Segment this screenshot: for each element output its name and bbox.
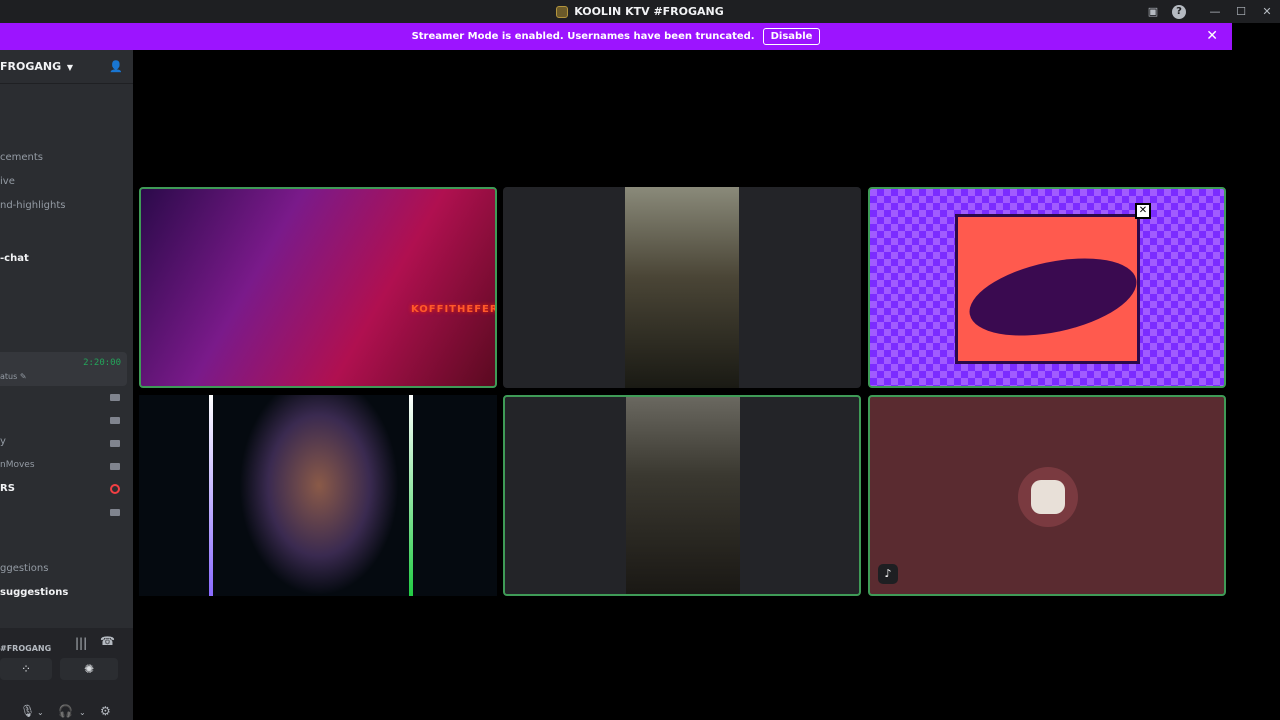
video-tile-6[interactable]: ♪ [868,395,1226,596]
microphone-icon[interactable]: 🎙 [20,704,35,718]
window-title: KOOLIN KTV #FROGANG [556,5,724,18]
server-header[interactable]: FROGANG ▼ 👤 [0,50,133,84]
video-tile-2[interactable] [503,187,861,388]
inbox-icon[interactable]: ▣ [1140,5,1166,18]
streamer-mode-banner: Streamer Mode is enabled. Usernames have… [0,23,1232,50]
led-light [409,395,413,596]
channel-item-announcements[interactable]: cements [0,152,43,163]
voice-member[interactable]: RS [0,483,15,494]
camera-icon [110,417,120,424]
close-banner-icon[interactable]: ✕ [1206,28,1218,44]
soundboard-button[interactable]: ✺ [60,658,118,680]
server-name: FROGANG [0,60,62,73]
server-icon [556,5,569,18]
channel-item-suggestions-2[interactable]: suggestions [0,587,68,598]
maximize-icon[interactable]: ☐ [1228,5,1254,18]
camera-feed [625,187,739,388]
disable-button[interactable]: Disable [762,28,821,45]
voice-timer: 2:20:00 [83,358,121,368]
avatar [1018,467,1078,527]
live-stream-icon [110,484,120,494]
neon-sign-text: KOFFITHEFERKY [411,304,497,315]
noise-suppression-icon[interactable]: ||| [75,636,87,650]
add-member-icon[interactable]: 👤 [109,60,123,73]
camera-icon [110,440,120,447]
channel-item-live[interactable]: ive [0,176,15,187]
led-light [209,395,213,596]
disconnect-icon[interactable]: ☎ [100,634,115,648]
channel-item-highlights[interactable]: nd-highlights [0,200,65,211]
camera-icon [110,394,120,401]
banner-message: Streamer Mode is enabled. Usernames have… [411,31,755,42]
soundboard-icon: ✺ [83,662,95,676]
settings-gear-icon[interactable]: ⚙ [100,704,111,718]
channel-item-suggestions[interactable]: ggestions [0,563,48,574]
video-tile-5[interactable] [503,395,861,596]
channel-item-chat[interactable]: -chat [0,253,29,264]
activities-icon: ⁘ [20,662,32,676]
soundboard-icon: ♪ [878,564,898,584]
minimize-icon[interactable]: — [1202,5,1228,18]
title-bar: KOOLIN KTV #FROGANG ▣ ? — ☐ ✕ [0,0,1280,23]
window-title-text: KOOLIN KTV #FROGANG [574,5,724,18]
activities-button[interactable]: ⁘ [0,658,52,680]
user-controls-bar: 🎙 ⌄ 🎧 ⌄ ⚙ [0,678,133,720]
camera-feed [626,397,740,594]
voice-channel-name: #FROGANG [0,644,52,653]
active-voice-channel[interactable]: 2:20:00 atus ✎ [0,352,127,386]
voice-member[interactable]: y [0,436,6,447]
avatar-artwork: ✕ [955,203,1151,364]
voice-status: atus ✎ [0,372,27,381]
voice-member[interactable]: nMoves [0,460,35,470]
chevron-down-icon[interactable]: ⌄ [37,708,44,717]
chevron-down-icon: ▼ [64,63,74,72]
video-tile-4[interactable] [139,395,497,596]
close-window-icon[interactable]: ✕ [1254,5,1280,18]
camera-icon [110,509,120,516]
video-tile-1[interactable]: KOFFITHEFERKY [139,187,497,388]
camera-icon [110,463,120,470]
video-tile-3[interactable]: ✕ [868,187,1226,388]
help-icon[interactable]: ? [1172,4,1186,19]
close-icon: ✕ [1135,203,1151,219]
channel-sidebar: FROGANG ▼ 👤 cements ive nd-highlights -c… [0,50,133,720]
headphones-icon[interactable]: 🎧 [58,704,73,718]
window-controls: ▣ ? — ☐ ✕ [1140,0,1280,23]
artwork-shape [962,245,1144,349]
camera-feed [239,395,399,596]
chevron-down-icon[interactable]: ⌄ [79,708,86,717]
